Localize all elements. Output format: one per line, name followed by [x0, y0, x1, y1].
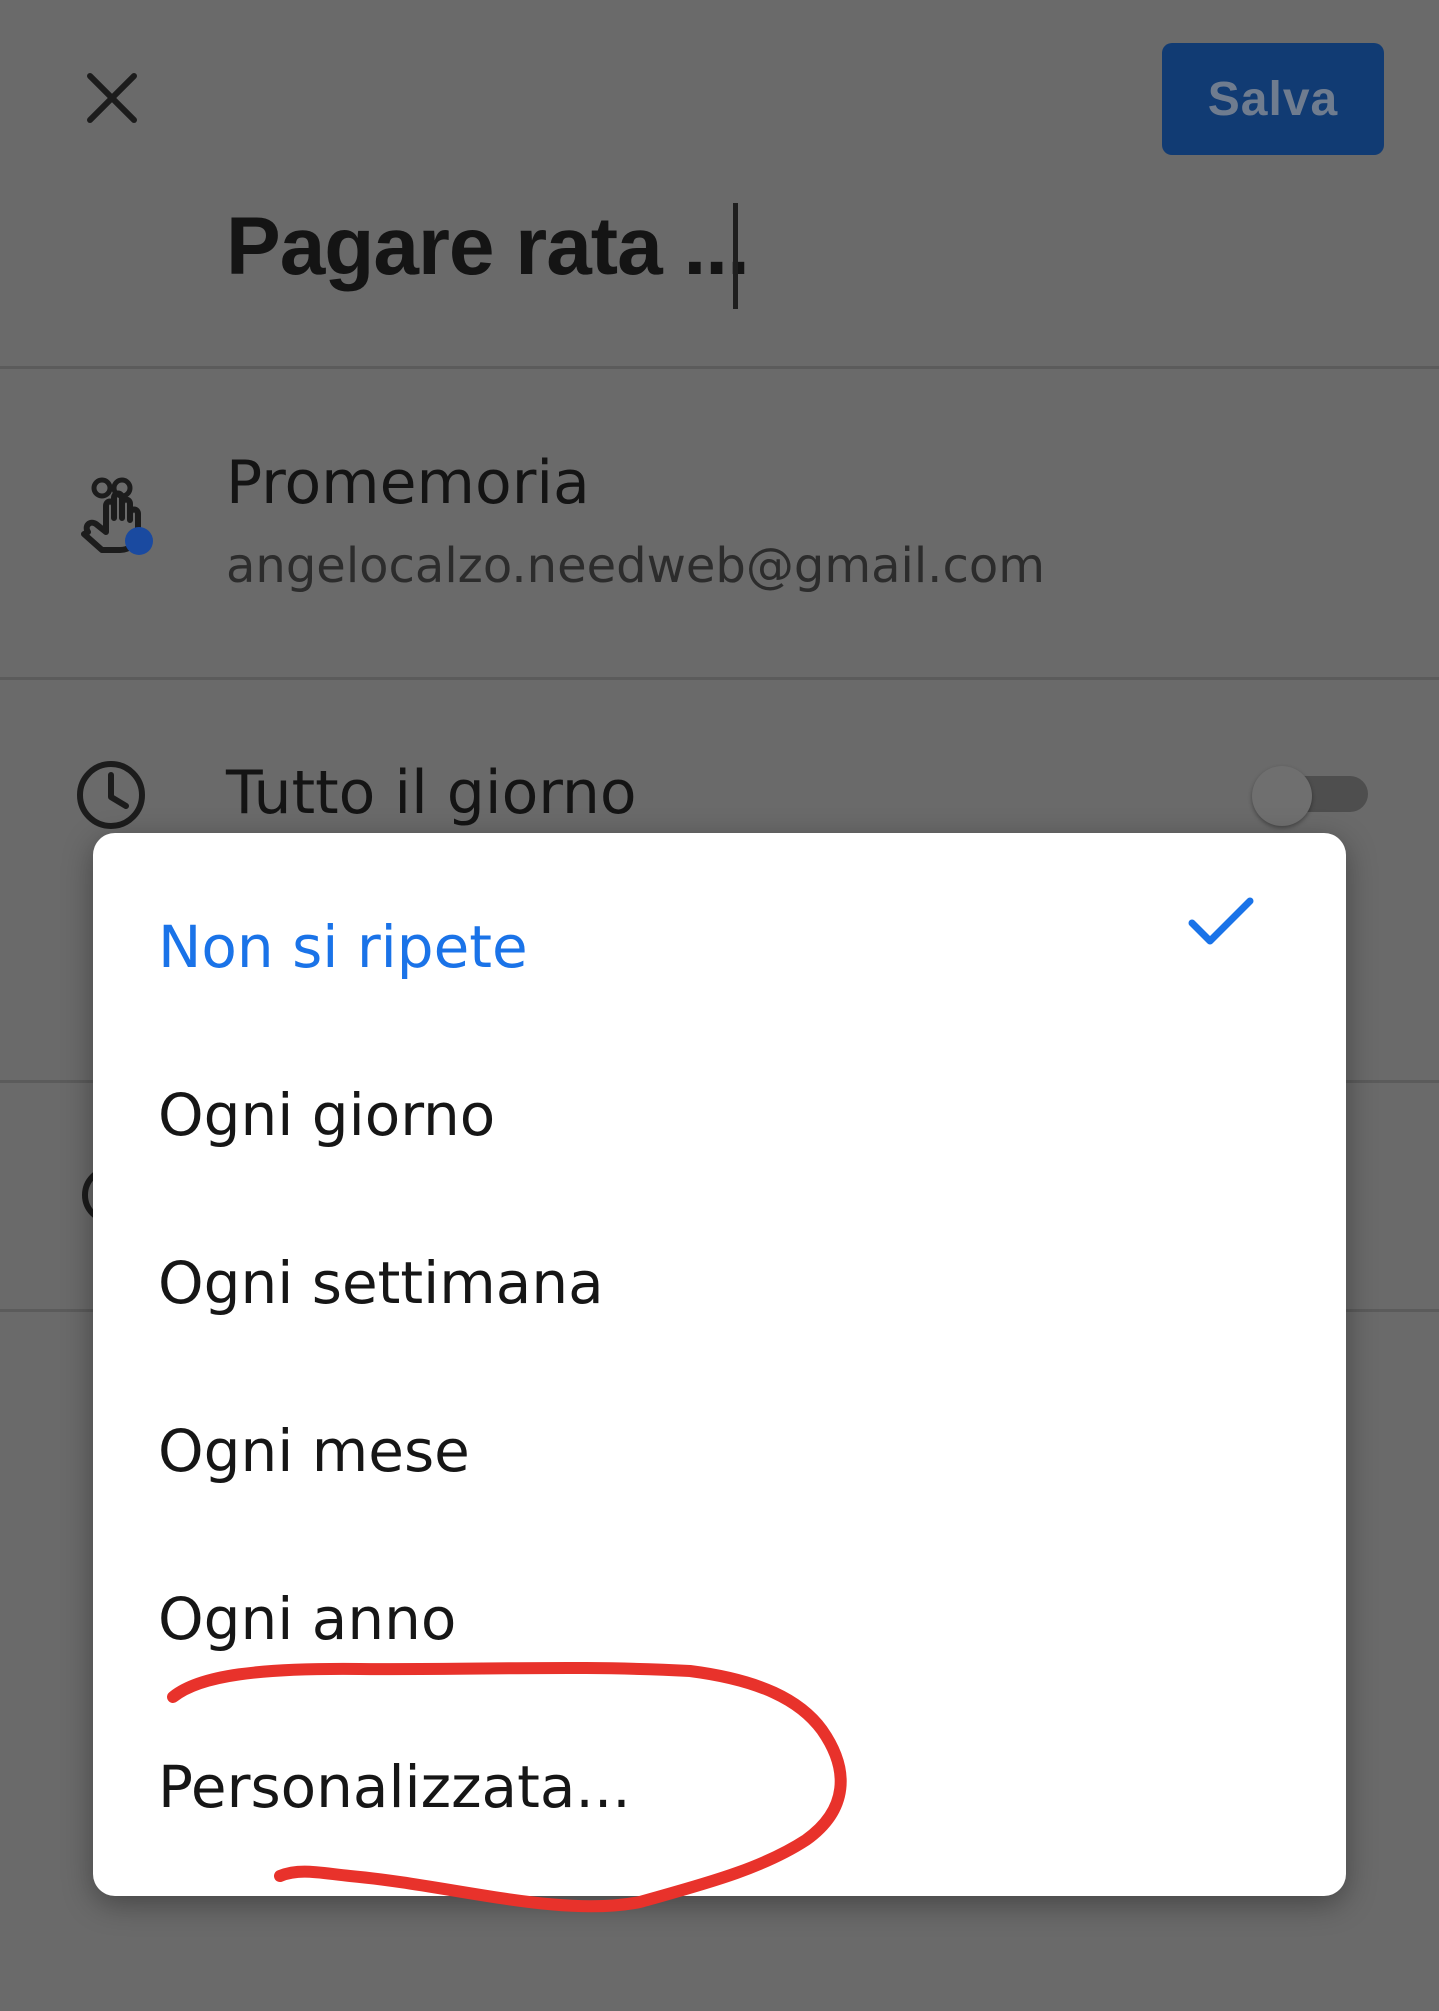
menu-item-label: Non si ripete: [158, 913, 528, 981]
menu-item-label: Ogni settimana: [158, 1249, 604, 1317]
menu-item-label: Ogni giorno: [158, 1081, 496, 1149]
reminder-account: angelocalzo.needweb@gmail.com: [226, 538, 1045, 594]
all-day-toggle[interactable]: [1252, 766, 1368, 826]
menu-item-ogni-settimana[interactable]: Ogni settimana: [93, 1169, 1346, 1337]
reminder-row-icon: [72, 474, 162, 562]
clock-icon: [77, 761, 145, 829]
clock-row-icon: [74, 758, 148, 836]
save-button[interactable]: Salva: [1162, 43, 1384, 155]
event-editor-screen: Salva Pagare rata ... Promemoria angeloc…: [0, 0, 1439, 2011]
event-title-input[interactable]: Pagare rata ...: [226, 200, 750, 294]
reminder-label: Promemoria: [226, 448, 590, 518]
menu-item-ogni-mese[interactable]: Ogni mese: [93, 1337, 1346, 1505]
menu-item-ogni-giorno[interactable]: Ogni giorno: [93, 1001, 1346, 1169]
reminder-hand-icon: [81, 477, 153, 555]
divider: [0, 677, 1439, 680]
toggle-knob: [1252, 766, 1312, 826]
text-cursor: [733, 203, 738, 309]
menu-item-personalizzata[interactable]: Personalizzata...: [93, 1673, 1346, 1841]
menu-item-non-si-ripete[interactable]: Non si ripete: [93, 833, 1346, 1001]
checkmark-icon: [1188, 897, 1254, 945]
menu-item-label: Ogni anno: [158, 1585, 457, 1653]
repeat-options-menu: Non si ripete Ogni giorno Ogni settimana…: [93, 833, 1346, 1896]
menu-item-label: Personalizzata...: [158, 1753, 631, 1821]
menu-item-ogni-anno[interactable]: Ogni anno: [93, 1505, 1346, 1673]
menu-item-label: Ogni mese: [158, 1417, 470, 1485]
close-button[interactable]: [78, 64, 146, 132]
divider: [0, 366, 1439, 369]
all-day-label: Tutto il giorno: [226, 758, 637, 828]
close-icon: [87, 73, 137, 123]
